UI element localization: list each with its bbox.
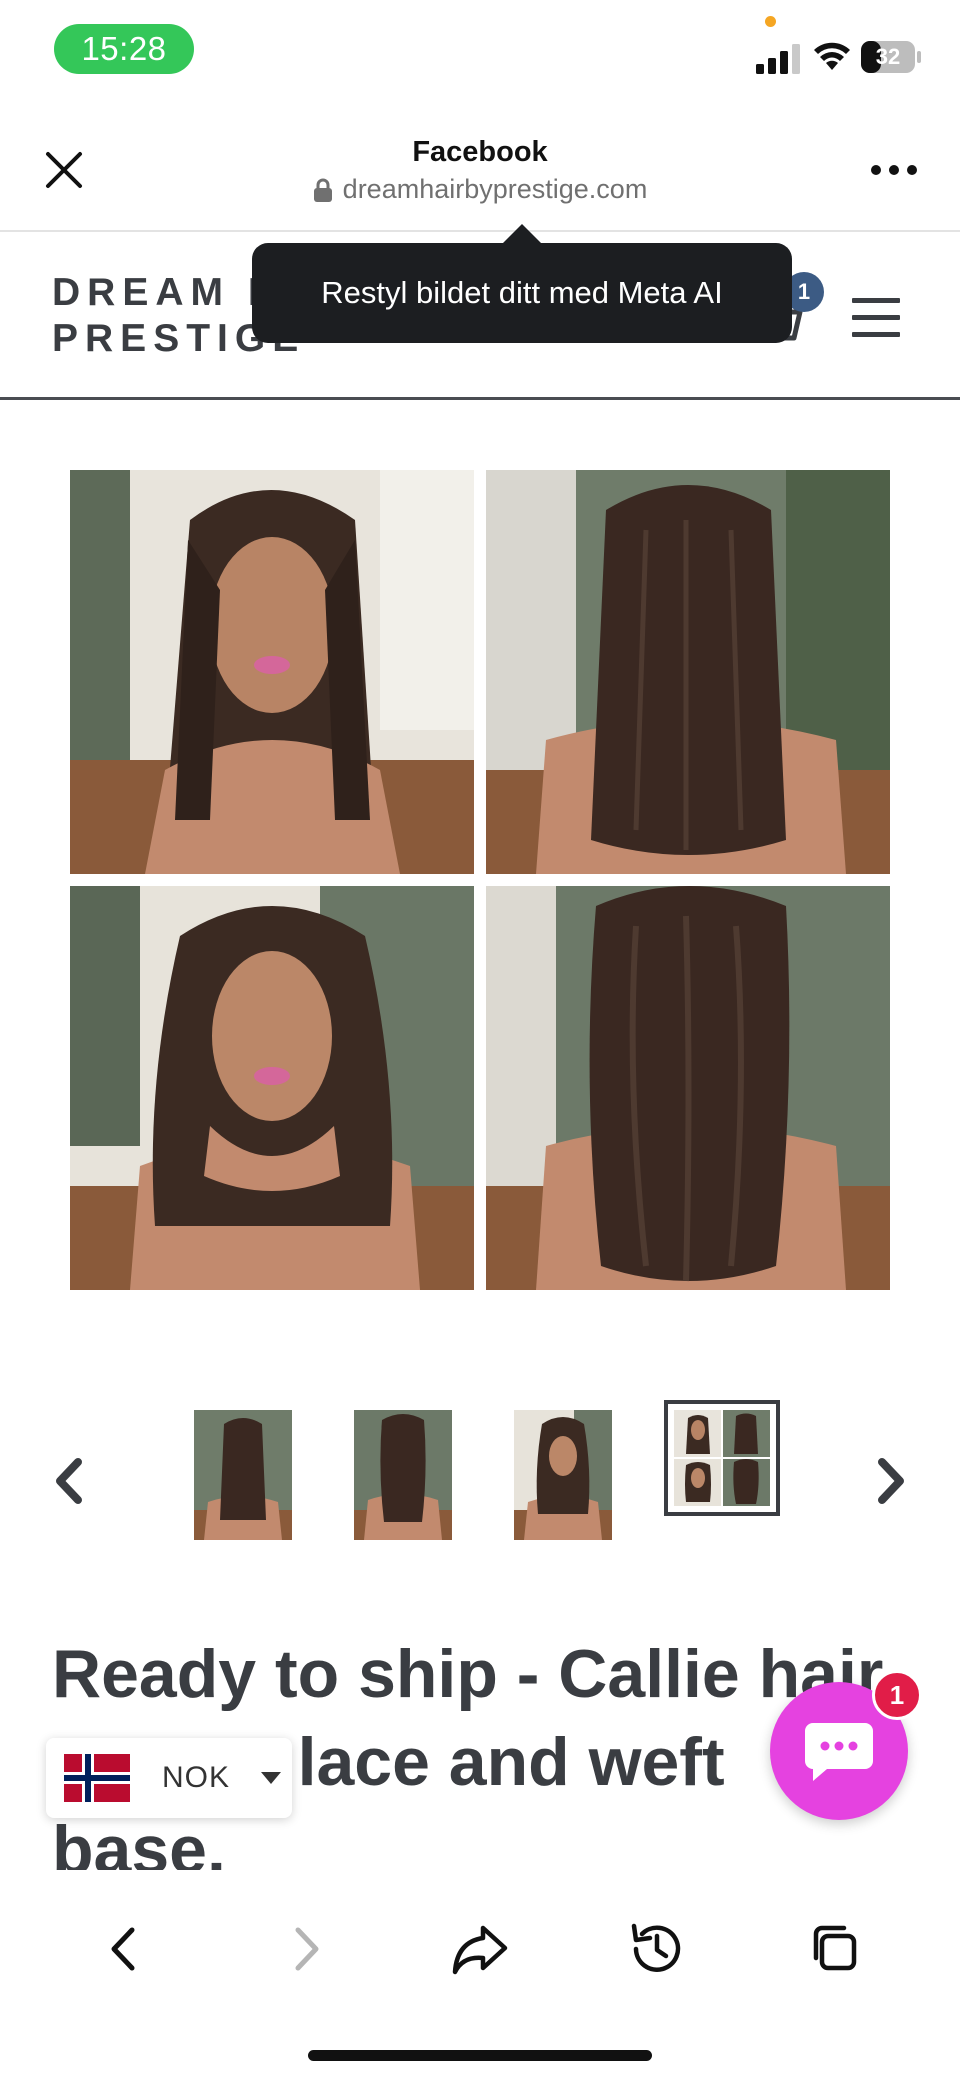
in-app-browser-header: Facebook dreamhairbyprestige.com xyxy=(0,100,960,232)
menu-icon[interactable] xyxy=(852,298,900,338)
history-icon[interactable] xyxy=(626,1918,688,1980)
product-photo-back-straight xyxy=(486,470,890,874)
browser-title: Facebook xyxy=(412,136,548,168)
browser-url-text: dreamhairbyprestige.com xyxy=(342,174,648,204)
thumbnail-2[interactable] xyxy=(354,1410,452,1540)
chevron-left-icon[interactable] xyxy=(50,1456,86,1506)
lock-icon xyxy=(313,178,332,202)
product-photo-front-straight xyxy=(70,470,474,874)
chat-icon xyxy=(805,1723,873,1781)
chevron-right-icon[interactable] xyxy=(874,1456,910,1506)
battery-icon: 32 xyxy=(860,40,922,74)
currency-code: NOK xyxy=(162,1761,231,1794)
home-indicator xyxy=(308,2050,652,2061)
cellular-signal-icon xyxy=(756,44,800,74)
forward-icon[interactable] xyxy=(274,1918,336,1980)
privacy-indicator-dot xyxy=(765,16,776,27)
tabs-icon[interactable] xyxy=(804,1918,866,1980)
currency-selector[interactable]: NOK xyxy=(46,1738,292,1818)
product-photo-front-wavy xyxy=(70,886,474,1290)
product-main-image[interactable] xyxy=(70,470,890,1290)
thumbnail-1[interactable] xyxy=(194,1410,292,1540)
tooltip-arrow xyxy=(502,224,542,244)
meta-ai-tooltip[interactable]: Restyl bildet ditt med Meta AI xyxy=(252,243,792,343)
battery-level: 32 xyxy=(875,44,901,69)
share-icon[interactable] xyxy=(449,1918,511,1980)
status-bar: 15:28 32 xyxy=(0,0,960,100)
more-icon[interactable] xyxy=(870,160,918,180)
product-photo-back-wavy xyxy=(486,886,890,1290)
thumbnail-carousel xyxy=(0,1400,960,1560)
wifi-icon xyxy=(814,42,850,70)
page: 15:28 32 Facebook dreamhairbyprestige.co… xyxy=(0,0,960,2078)
flag-norway-icon xyxy=(64,1754,130,1802)
chat-unread-badge: 1 xyxy=(872,1670,922,1720)
thumbnail-3[interactable] xyxy=(514,1410,612,1540)
browser-url[interactable]: dreamhairbyprestige.com xyxy=(0,174,960,205)
caret-down-icon xyxy=(261,1772,282,1784)
back-icon[interactable] xyxy=(94,1918,156,1980)
status-time: 15:28 xyxy=(54,24,194,74)
thumbnail-4-selected[interactable] xyxy=(664,1400,780,1516)
browser-bottom-toolbar xyxy=(0,1870,960,2078)
